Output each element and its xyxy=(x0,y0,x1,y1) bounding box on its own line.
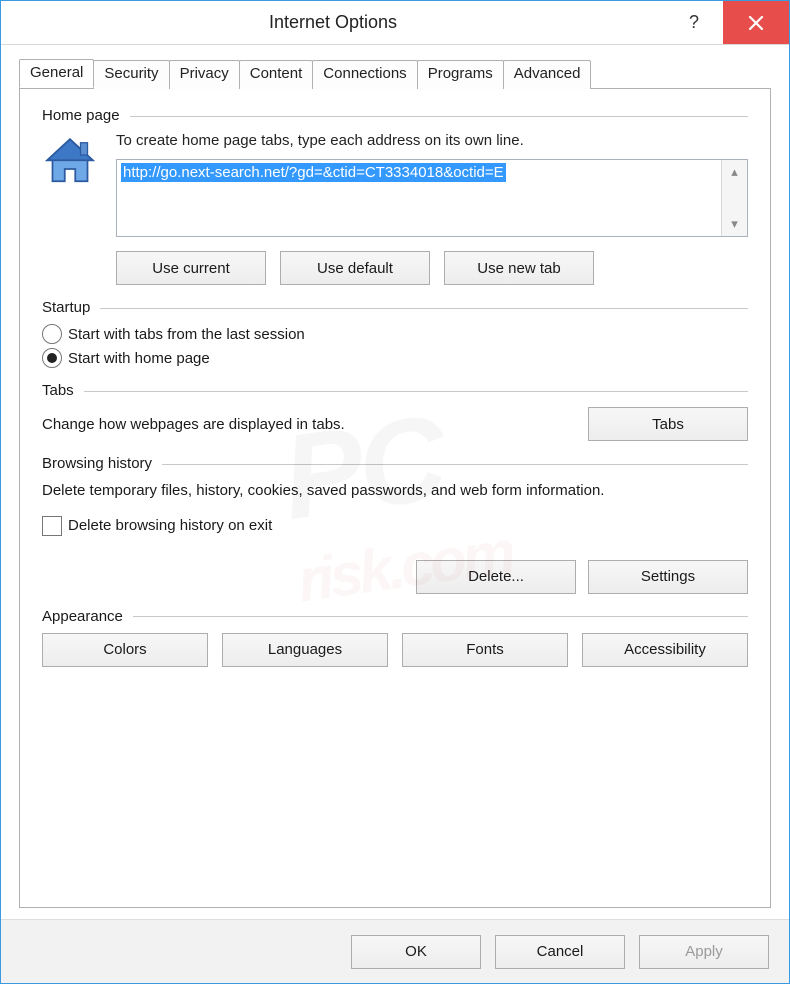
homepage-description: To create home page tabs, type each addr… xyxy=(116,132,748,149)
window-title: Internet Options xyxy=(1,1,665,44)
languages-button[interactable]: Languages xyxy=(222,633,388,667)
url-scrollbar[interactable]: ▴ ▾ xyxy=(721,160,747,236)
accessibility-button[interactable]: Accessibility xyxy=(582,633,748,667)
homepage-url-input[interactable]: http://go.next-search.net/?gd=&ctid=CT33… xyxy=(116,159,748,237)
tab-privacy[interactable]: Privacy xyxy=(169,60,240,89)
tabstrip: General Security Privacy Content Connect… xyxy=(19,59,771,88)
use-new-tab-button[interactable]: Use new tab xyxy=(444,251,594,285)
radio-last-session[interactable]: Start with tabs from the last session xyxy=(42,324,748,344)
delete-button[interactable]: Delete... xyxy=(416,560,576,594)
startup-label: Startup xyxy=(42,299,100,316)
colors-button[interactable]: Colors xyxy=(42,633,208,667)
dialog-footer: OK Cancel Apply xyxy=(1,919,789,983)
tabs-description: Change how webpages are displayed in tab… xyxy=(42,416,568,433)
appearance-label: Appearance xyxy=(42,608,133,625)
tab-content[interactable]: Content xyxy=(239,60,314,89)
titlebar: Internet Options ? xyxy=(1,1,789,45)
delete-on-exit-label: Delete browsing history on exit xyxy=(68,517,272,534)
tab-programs[interactable]: Programs xyxy=(417,60,504,89)
checkbox-icon xyxy=(42,516,62,536)
radio-last-session-label: Start with tabs from the last session xyxy=(68,326,305,343)
titlebar-buttons: ? xyxy=(665,1,789,44)
tab-advanced[interactable]: Advanced xyxy=(503,60,592,89)
group-browsing-history: Browsing history Delete temporary files,… xyxy=(42,455,748,594)
group-tabs: Tabs Change how webpages are displayed i… xyxy=(42,382,748,441)
tab-general[interactable]: General xyxy=(19,59,94,88)
homepage-label: Home page xyxy=(42,107,130,124)
apply-button[interactable]: Apply xyxy=(639,935,769,969)
homepage-url-value: http://go.next-search.net/?gd=&ctid=CT33… xyxy=(121,163,506,182)
radio-home-page-label: Start with home page xyxy=(68,350,210,367)
radio-icon xyxy=(42,348,62,368)
group-startup: Startup Start with tabs from the last se… xyxy=(42,299,748,368)
radio-icon xyxy=(42,324,62,344)
fonts-button[interactable]: Fonts xyxy=(402,633,568,667)
tabs-button[interactable]: Tabs xyxy=(588,407,748,441)
dialog-body: General Security Privacy Content Connect… xyxy=(1,45,789,919)
help-button[interactable]: ? xyxy=(665,1,723,44)
internet-options-window: Internet Options ? General Security Priv… xyxy=(0,0,790,984)
use-default-button[interactable]: Use default xyxy=(280,251,430,285)
ok-button[interactable]: OK xyxy=(351,935,481,969)
close-icon xyxy=(748,15,764,31)
tabpage-general: PC risk.com Home page xyxy=(19,88,771,908)
tab-connections[interactable]: Connections xyxy=(312,60,417,89)
tabs-group-label: Tabs xyxy=(42,382,84,399)
group-homepage: Home page To create home page tabs, type… xyxy=(42,107,748,285)
cancel-button[interactable]: Cancel xyxy=(495,935,625,969)
close-button[interactable] xyxy=(723,1,789,44)
browsing-history-description: Delete temporary files, history, cookies… xyxy=(42,480,748,502)
use-current-button[interactable]: Use current xyxy=(116,251,266,285)
scroll-up-icon[interactable]: ▴ xyxy=(731,164,738,180)
settings-button[interactable]: Settings xyxy=(588,560,748,594)
group-appearance: Appearance Colors Languages Fonts Access… xyxy=(42,608,748,667)
tab-security[interactable]: Security xyxy=(93,60,169,89)
home-icon xyxy=(42,132,102,285)
scroll-down-icon[interactable]: ▾ xyxy=(731,216,738,232)
browsing-history-label: Browsing history xyxy=(42,455,162,472)
radio-home-page[interactable]: Start with home page xyxy=(42,348,748,368)
delete-on-exit-checkbox[interactable]: Delete browsing history on exit xyxy=(42,516,748,536)
